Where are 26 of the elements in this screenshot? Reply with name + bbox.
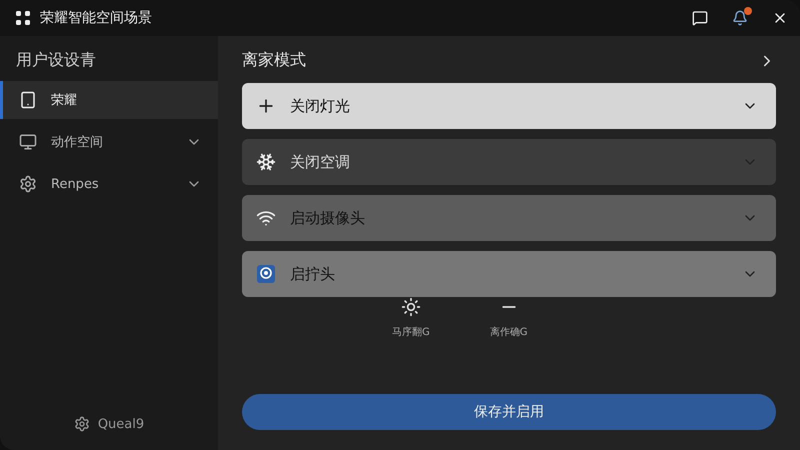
message-icon[interactable] — [692, 10, 708, 26]
action-card[interactable]: 启拧头 — [242, 251, 776, 297]
action-card[interactable]: 关闭灯光 — [242, 83, 776, 129]
save-button[interactable]: 保存并启用 — [242, 394, 776, 430]
footer-label[interactable]: Queal9 — [98, 416, 144, 432]
snowflake-icon — [256, 152, 276, 172]
sidebar-item[interactable]: 动作空间 — [0, 123, 218, 161]
monitor-icon — [19, 133, 37, 151]
sidebar-heading: 用户设设青 — [15, 50, 97, 71]
action-label: 关闭灯光 — [290, 96, 351, 116]
sidebar-item[interactable]: 荣耀 — [0, 81, 218, 119]
settings-icon[interactable] — [74, 416, 90, 432]
sidebar-item[interactable]: Renpes — [0, 165, 218, 203]
apps-icon[interactable] — [16, 11, 30, 25]
sun-icon[interactable] — [400, 297, 421, 317]
action-label: 启拧头 — [290, 264, 336, 284]
shortcut-label: 马序翻G — [392, 326, 430, 339]
action-card[interactable]: 关闭空调 — [242, 139, 776, 185]
page-title: 离家模式 — [242, 50, 306, 71]
tablet-icon — [19, 91, 37, 109]
action-label: 关闭空调 — [290, 152, 351, 172]
window-title: 荣耀智能空间场景 — [40, 9, 153, 27]
action-label: 启动摄像头 — [290, 208, 366, 228]
shortcut-label: 离作确G — [490, 326, 528, 339]
camera-icon — [256, 264, 276, 284]
gear-icon — [19, 175, 37, 193]
